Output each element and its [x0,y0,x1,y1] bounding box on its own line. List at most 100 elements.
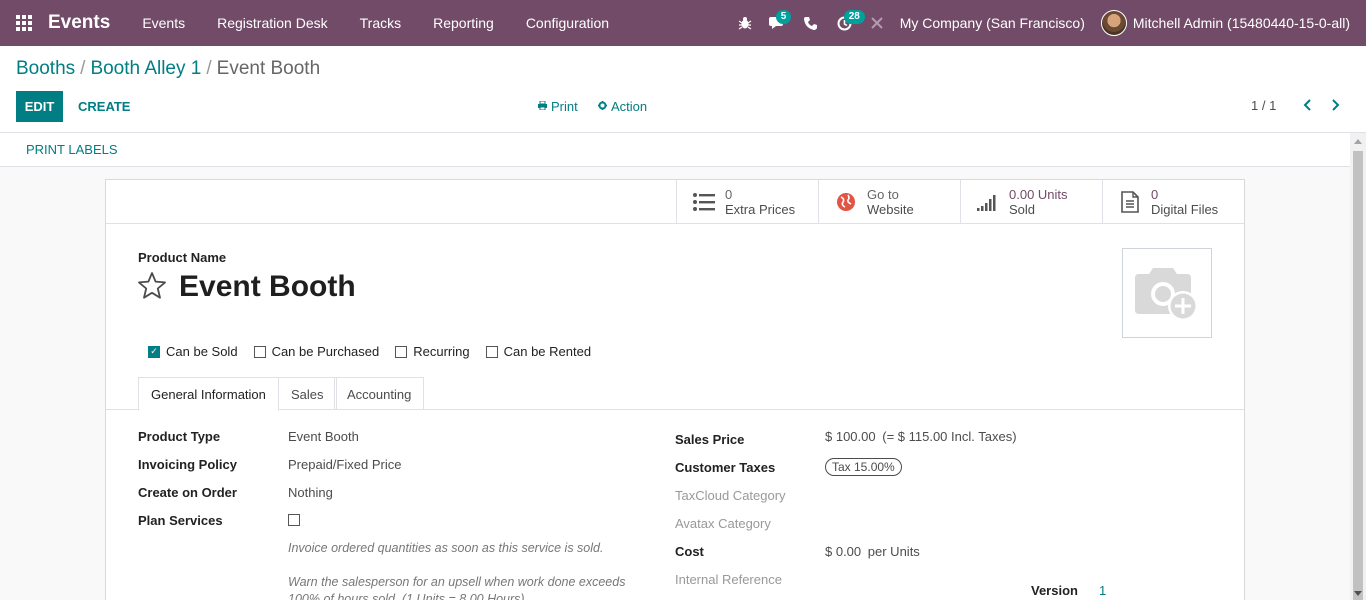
product-name[interactable]: Event Booth [179,270,356,304]
menu-configuration[interactable]: Configuration [510,0,625,46]
extra-prices-label: Extra Prices [725,202,796,217]
extra-prices-value: 0 [725,187,733,202]
customer-taxes-field[interactable]: Tax 15.00% [825,458,902,476]
sales-price-field[interactable]: $ 100.00 (= $ 115.00 Incl. Taxes) [825,429,1017,444]
company-switcher[interactable]: My Company (San Francisco) [900,15,1085,31]
invoicing-policy-label: Invoicing Policy [138,457,237,472]
breadcrumb: Booths / Booth Alley 1/Event Booth [16,58,321,79]
upsell-help-line1: Warn the salesperson for an upsell when … [288,575,626,589]
star-icon[interactable] [137,271,167,306]
version-label: Version [1031,583,1078,598]
recurring-label: Recurring [413,344,470,359]
product-image-upload[interactable] [1122,248,1212,338]
file-icon [1117,189,1143,215]
avatar [1100,10,1127,36]
edit-button[interactable]: EDIT [16,91,63,122]
list-icon [691,189,717,215]
scroll-down-arrow[interactable] [1354,591,1362,596]
cost-unit: per Units [867,544,920,559]
invoicing-policy-field[interactable]: Prepaid/Fixed Price [288,457,401,472]
can-be-sold-label: Can be Sold [166,344,238,359]
phone-icon[interactable] [794,0,828,46]
apps-menu-icon[interactable] [0,0,48,46]
tools-icon[interactable] [862,0,892,46]
go-to-website-button[interactable]: Go to Website [818,180,960,224]
can-be-sold-checkbox[interactable]: ✓ [148,345,160,358]
menu-tracks[interactable]: Tracks [344,0,417,46]
can-be-rented-checkbox[interactable] [485,345,498,358]
tab-general-information[interactable]: General Information [138,377,279,411]
plan-services-label: Plan Services [138,513,223,528]
sales-price-incl-taxes: (= $ 115.00 Incl. Taxes) [882,429,1017,444]
can-be-rented-option[interactable]: Can be Rented [485,344,592,359]
app-brand[interactable]: Events [48,12,110,34]
pager-value[interactable]: 1 / 1 [1251,98,1276,113]
globe-icon [833,189,859,215]
tab-sales[interactable]: Sales [278,377,337,410]
sales-price-label: Sales Price [675,432,745,447]
menu-registration-desk[interactable]: Registration Desk [201,0,344,46]
breadcrumb-booths[interactable]: Booths [16,58,75,79]
messages-icon[interactable]: 5 [760,0,794,46]
create-button[interactable]: CREATE [70,91,138,122]
can-be-rented-label: Can be Rented [503,344,592,359]
tab-accounting[interactable]: Accounting [334,377,425,410]
scroll-thumb[interactable] [1353,151,1363,600]
chevron-left-icon[interactable] [1297,93,1317,117]
digital-files-value: 0 [1151,187,1159,202]
avatax-category-label: Avatax Category [675,516,771,531]
product-flags: ✓ Can be Sold Can be Purchased Recurring… [148,344,607,359]
digital-files-label: Digital Files [1151,202,1219,217]
can-be-sold-option[interactable]: ✓ Can be Sold [148,344,238,359]
invoice-policy-help: Invoice ordered quantities as soon as th… [288,541,604,555]
version-value[interactable]: 1 [1099,583,1106,598]
menu-reporting[interactable]: Reporting [417,0,510,46]
activities-icon[interactable]: 28 [828,0,865,46]
customer-taxes-label: Customer Taxes [675,460,776,475]
action-label: Action [611,99,648,114]
internal-reference-label: Internal Reference [675,572,782,587]
upsell-help-line2: 100% of hours sold. (1 Units = 8.00 Hour… [288,592,525,600]
taxcloud-category-label: TaxCloud Category [675,488,786,503]
recurring-checkbox[interactable] [395,345,408,358]
scrollbar[interactable] [1350,133,1366,600]
user-name: Mitchell Admin (15480440-15-0-all) [1132,15,1350,31]
can-be-purchased-option[interactable]: Can be Purchased [253,344,380,359]
create-on-order-field[interactable]: Nothing [288,485,333,500]
signal-icon [975,189,1001,215]
user-menu[interactable]: Mitchell Admin (15480440-15-0-all) [1100,10,1350,36]
camera-plus-icon [1135,268,1198,321]
print-button[interactable]: Print [538,91,578,122]
cost-field[interactable]: $ 0.00 per Units [825,544,920,559]
breadcrumb-current: Event Booth [216,58,321,79]
top-navbar: Events Events Registration Desk Tracks R… [0,0,1366,46]
tax-tag[interactable]: Tax 15.00% [825,458,902,476]
messages-badge: 5 [775,10,792,24]
print-labels-button[interactable]: PRINT LABELS [16,133,128,166]
scroll-up-arrow[interactable] [1354,139,1362,144]
recurring-option[interactable]: Recurring [395,344,470,359]
can-be-purchased-label: Can be Purchased [271,344,380,359]
extra-prices-button[interactable]: 0 Extra Prices [676,180,818,224]
can-be-purchased-checkbox[interactable] [253,345,266,358]
status-bar: PRINT LABELS [0,133,1350,167]
units-sold-button[interactable]: 0.00 Units Sold [960,180,1102,224]
smart-button-box: 0 Extra Prices Go to Website 0.00 Units … [106,180,1244,224]
website-label: Website [867,202,914,217]
digital-files-button[interactable]: 0 Digital Files [1102,180,1244,224]
chevron-right-icon[interactable] [1325,93,1345,117]
gear-icon [598,100,607,113]
bug-icon[interactable] [730,0,760,46]
product-type-field[interactable]: Event Booth [288,429,359,444]
plan-services-checkbox[interactable] [288,514,300,526]
product-type-label: Product Type [138,429,221,444]
breadcrumb-booth-alley[interactable]: Booth Alley 1 [90,58,201,79]
units-sold-value: 0.00 Units [1009,187,1068,202]
cost-label: Cost [675,544,704,559]
menu-events[interactable]: Events [126,0,201,46]
website-value: Go to [867,187,899,202]
form-tabs: General Information Sales Accounting [106,377,1244,411]
print-icon [538,100,547,113]
action-button[interactable]: Action [598,91,647,122]
sales-price-value: $ 100.00 [825,429,876,444]
